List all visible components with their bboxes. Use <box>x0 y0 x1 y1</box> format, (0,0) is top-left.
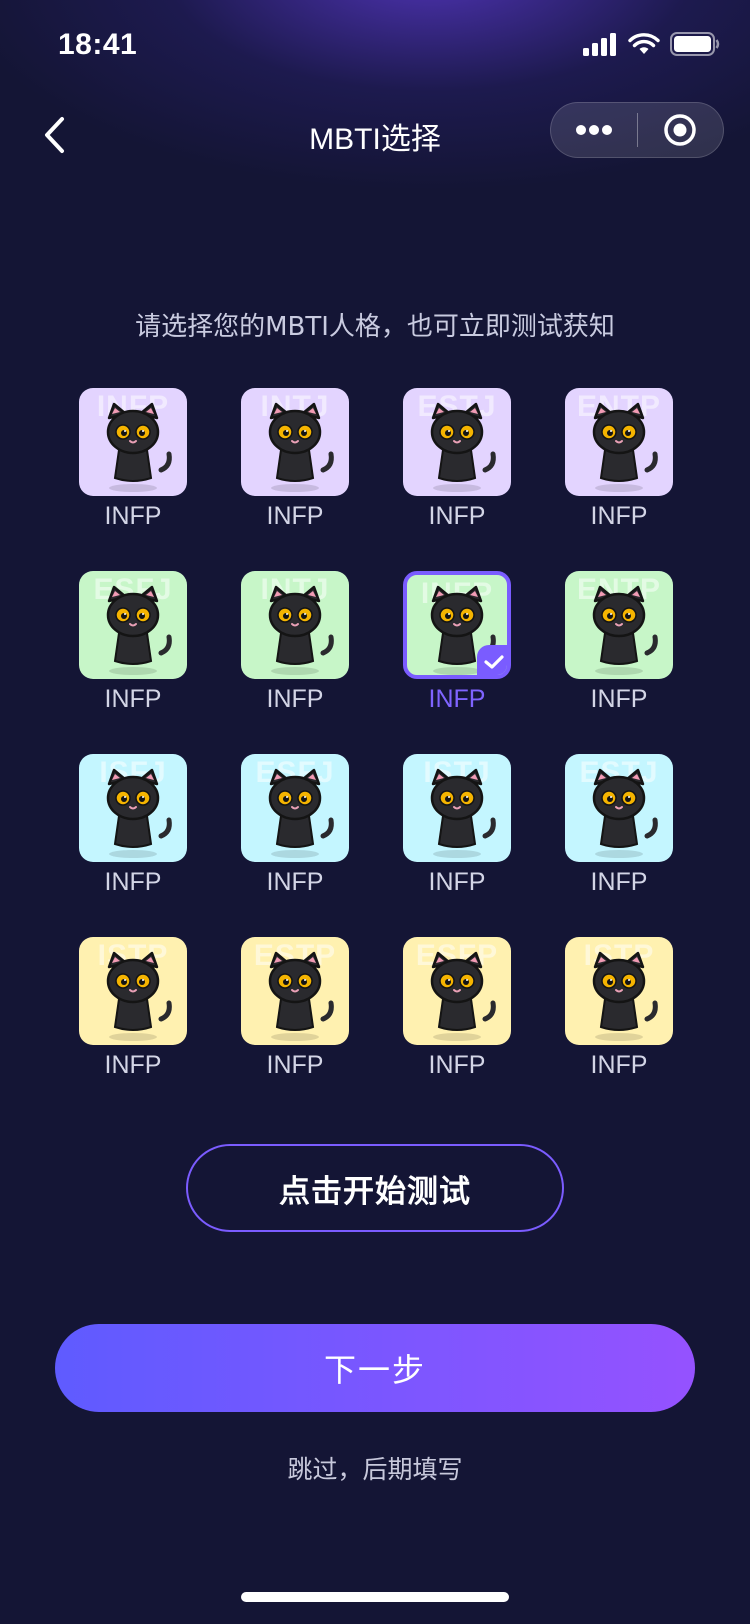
mbti-card[interactable]: ISTP <box>565 937 673 1045</box>
mbti-label: INFP <box>266 868 324 896</box>
wifi-icon <box>628 33 660 54</box>
mbti-card[interactable]: ESTJ <box>403 388 511 496</box>
more-dots-icon <box>575 125 612 135</box>
mbti-option[interactable]: INTJ INFP <box>241 571 349 731</box>
close-miniprogram-button[interactable] <box>638 102 724 158</box>
mbti-card[interactable]: ISTP <box>79 937 187 1045</box>
miniprogram-capsule <box>550 102 724 158</box>
mbti-option[interactable]: ISTP INFP <box>79 937 187 1097</box>
mbti-option[interactable]: ESTJ INFP <box>565 754 673 914</box>
home-indicator <box>241 1592 509 1602</box>
skip-link[interactable]: 跳过，后期填写 <box>0 1450 750 1486</box>
instruction-text: 请选择您的MBTI人格，也可立即测试获知 <box>135 312 615 342</box>
mbti-label: INFP <box>104 868 162 896</box>
mbti-option[interactable]: INTJ INFP <box>241 388 349 548</box>
mbti-option[interactable]: ENTP INFP <box>565 388 673 548</box>
status-bar: 18:41 <box>0 0 750 92</box>
mbti-card[interactable]: ESFJ <box>241 754 349 862</box>
mbti-card[interactable]: INFP <box>79 388 187 496</box>
mbti-label: INFP <box>266 1051 324 1079</box>
mbti-option[interactable]: ESTJ INFP <box>403 388 511 548</box>
mbti-card[interactable]: ENTP <box>565 388 673 496</box>
mbti-card[interactable]: ESTJ <box>565 754 673 862</box>
start-test-button[interactable]: 点击开始测试 <box>186 1144 564 1232</box>
target-circle-icon <box>664 114 696 146</box>
mbti-card[interactable]: ESFP <box>403 937 511 1045</box>
mbti-label: INFP <box>590 685 648 713</box>
mbti-option[interactable]: ESFJ INFP <box>241 754 349 914</box>
mbti-option[interactable]: ISTJ INFP <box>403 754 511 914</box>
mbti-card[interactable]: INTJ <box>241 388 349 496</box>
navigation-bar: MBTI选择 <box>0 92 750 180</box>
mbti-label: INFP <box>428 868 486 896</box>
mbti-label: INFP <box>104 685 162 713</box>
mbti-label: INFP <box>590 502 648 530</box>
mbti-label: INFP <box>104 502 162 530</box>
selected-check-badge <box>477 645 507 675</box>
mbti-option[interactable]: ESTP INFP <box>241 937 349 1097</box>
mbti-card[interactable]: ESFJ <box>79 571 187 679</box>
mbti-label: INFP <box>104 1051 162 1079</box>
mbti-label: INFP <box>590 1051 648 1079</box>
mbti-option[interactable]: ESFP INFP <box>403 937 511 1097</box>
next-step-button[interactable]: 下一步 <box>55 1324 695 1412</box>
mbti-label: INFP <box>428 1051 486 1079</box>
status-icons <box>582 32 720 56</box>
mbti-option[interactable]: INFP INFP <box>403 571 511 731</box>
mbti-label: INFP <box>590 868 648 896</box>
checkmark-icon <box>484 655 504 669</box>
mbti-option[interactable]: ENTP INFP <box>565 571 673 731</box>
mbti-option[interactable]: ISTP INFP <box>565 937 673 1097</box>
mbti-card[interactable]: ISTJ <box>403 754 511 862</box>
mbti-option[interactable]: ISFJ INFP <box>79 754 187 914</box>
status-time: 18:41 <box>58 28 138 61</box>
mbti-label: INFP <box>266 685 324 713</box>
mbti-card[interactable]: ESTP <box>241 937 349 1045</box>
mbti-card[interactable]: ISFJ <box>79 754 187 862</box>
battery-icon <box>670 32 720 56</box>
mbti-label: INFP <box>428 685 486 713</box>
mbti-option[interactable]: ESFJ INFP <box>79 571 187 731</box>
mbti-card[interactable]: ENTP <box>565 571 673 679</box>
mbti-option[interactable]: INFP INFP <box>79 388 187 548</box>
mbti-card[interactable]: INFP <box>403 571 511 679</box>
mbti-label: INFP <box>266 502 324 530</box>
cellular-signal-icon <box>583 33 616 56</box>
mbti-label: INFP <box>428 502 486 530</box>
more-button[interactable] <box>551 102 637 158</box>
mbti-card[interactable]: INTJ <box>241 571 349 679</box>
